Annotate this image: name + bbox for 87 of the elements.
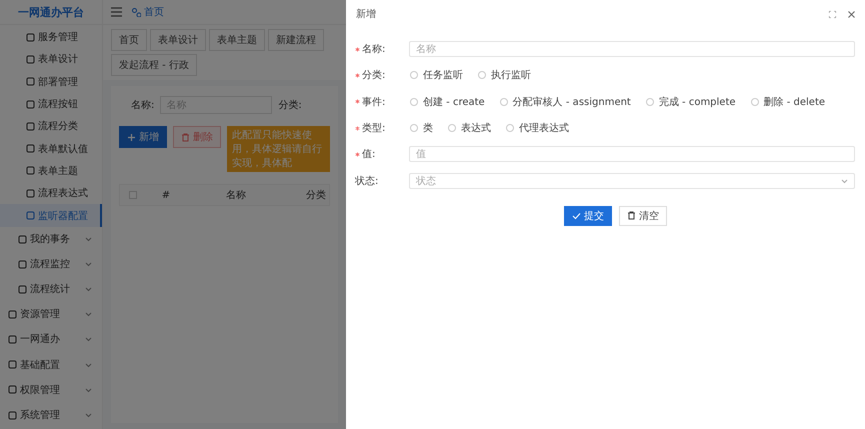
radio-option[interactable]: 删除 - delete bbox=[750, 94, 826, 109]
menu-item[interactable]: 权限管理 bbox=[0, 377, 102, 402]
page-tab[interactable]: 表单主题 bbox=[209, 29, 265, 51]
radio-option[interactable]: 分配审核人 - assignment bbox=[500, 94, 631, 109]
menu-item[interactable]: 一网通办 bbox=[0, 326, 102, 352]
square-icon bbox=[8, 310, 17, 319]
check-icon bbox=[572, 212, 581, 220]
menu-item[interactable]: 基础配置 bbox=[0, 352, 102, 378]
field-label: 类型: bbox=[362, 122, 386, 136]
radio-option[interactable]: 完成 - complete bbox=[646, 94, 736, 109]
menu-item[interactable]: 表单默认值 bbox=[0, 137, 102, 160]
plus-icon bbox=[127, 132, 136, 142]
radio-option[interactable]: 任务监听 bbox=[410, 68, 463, 82]
chevron-down-icon bbox=[85, 311, 92, 318]
radio-option[interactable]: 表达式 bbox=[448, 121, 491, 136]
square-icon bbox=[26, 32, 35, 42]
chevron-down-icon bbox=[85, 286, 92, 292]
notice-banner: 此配置只能快速使用，具体逻辑请自行实现，具体配 bbox=[227, 126, 330, 172]
chevron-down-icon bbox=[85, 261, 92, 268]
menu-item[interactable]: 表单设计 bbox=[0, 48, 102, 71]
menu-item[interactable]: 资源管理 bbox=[0, 302, 102, 327]
submit-button[interactable]: 提交 bbox=[564, 206, 612, 226]
select-field[interactable]: 状态 bbox=[409, 172, 855, 189]
input-field[interactable]: 名称 bbox=[409, 41, 855, 58]
chevron-down-icon bbox=[841, 178, 848, 184]
radio-option[interactable]: 代理表达式 bbox=[506, 121, 569, 136]
field-label: 值: bbox=[362, 148, 376, 162]
input-field[interactable]: 值 bbox=[409, 146, 855, 162]
menu-item[interactable]: 流程统计 bbox=[0, 276, 102, 302]
field-label: 分类: bbox=[362, 68, 386, 82]
menu-icon bbox=[111, 7, 122, 17]
menu-item[interactable]: 我的事务 bbox=[0, 226, 102, 252]
app-title: 一网通办平台 bbox=[0, 0, 102, 25]
column-header: 名称 bbox=[225, 189, 247, 202]
column-header: 分类 bbox=[305, 188, 327, 202]
field-label: 名称: bbox=[131, 99, 154, 112]
square-icon bbox=[26, 100, 35, 109]
square-icon bbox=[26, 166, 35, 176]
menu-item[interactable]: 流程表达式 bbox=[0, 182, 102, 204]
column-header: # bbox=[160, 190, 172, 200]
square-icon bbox=[26, 144, 35, 154]
radio-option[interactable]: 创建 - create bbox=[410, 94, 485, 109]
trash-icon bbox=[181, 132, 190, 142]
square-icon bbox=[26, 211, 35, 220]
square-icon bbox=[18, 234, 27, 244]
square-icon bbox=[8, 385, 17, 394]
square-icon bbox=[26, 77, 35, 86]
clear-button[interactable]: 清空 bbox=[619, 206, 667, 226]
chevron-down-icon bbox=[85, 386, 92, 393]
field-label: 事件: bbox=[362, 96, 386, 109]
square-icon bbox=[26, 54, 35, 64]
nodes-icon bbox=[132, 8, 141, 16]
page-tab[interactable]: 新建流程 bbox=[268, 29, 324, 51]
drawer-title: 新增 bbox=[356, 8, 377, 21]
menu-item[interactable]: 流程分类 bbox=[0, 115, 102, 138]
menu-item[interactable]: 表单主题 bbox=[0, 160, 102, 182]
field-label: 名称: bbox=[362, 43, 386, 56]
menu-item[interactable]: 监听器配置 bbox=[0, 204, 102, 227]
page-tab[interactable]: 发起流程 - 行政 bbox=[111, 54, 197, 76]
menu-item[interactable]: 服务管理 bbox=[0, 26, 102, 48]
breadcrumb-link[interactable]: 首页 bbox=[132, 5, 164, 19]
square-icon bbox=[18, 260, 27, 269]
trash-icon bbox=[627, 211, 636, 220]
checkbox-icon bbox=[129, 191, 137, 199]
chevron-down-icon bbox=[85, 336, 92, 342]
field-label: 分类: bbox=[278, 98, 302, 112]
chevron-down-icon bbox=[85, 362, 92, 368]
square-icon bbox=[18, 284, 27, 294]
menu-item[interactable]: 流程按钮 bbox=[0, 92, 102, 116]
menu-item[interactable]: 流程监控 bbox=[0, 252, 102, 277]
square-icon bbox=[26, 122, 35, 131]
field-label: 状态: bbox=[355, 174, 378, 188]
radio-option[interactable]: 类 bbox=[410, 121, 433, 136]
close-icon[interactable] bbox=[848, 10, 855, 18]
chevron-down-icon bbox=[85, 236, 92, 242]
radio-option[interactable]: 执行监听 bbox=[478, 68, 531, 82]
fullscreen-icon[interactable] bbox=[829, 10, 836, 18]
square-icon bbox=[8, 360, 17, 370]
page-tab[interactable]: 表单设计 bbox=[150, 29, 206, 51]
menu-item[interactable]: 系统管理 bbox=[0, 402, 102, 428]
chevron-down-icon bbox=[85, 412, 92, 418]
square-icon bbox=[26, 188, 35, 198]
square-icon bbox=[8, 410, 17, 420]
page-tab[interactable]: 首页 bbox=[111, 29, 147, 51]
square-icon bbox=[8, 334, 17, 344]
menu-item[interactable]: 部署管理 bbox=[0, 70, 102, 93]
add-button[interactable]: 新增 bbox=[119, 126, 167, 148]
